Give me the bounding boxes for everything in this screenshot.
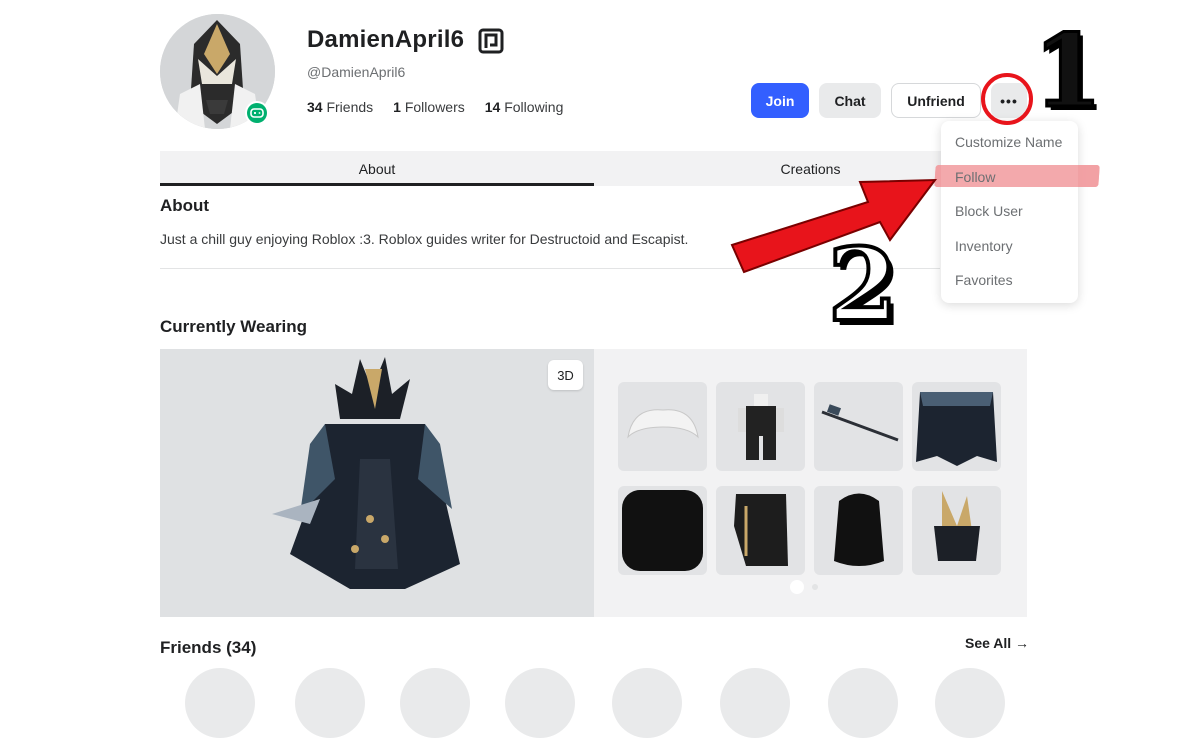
annotation-step-1: 1 [1032,11,1105,132]
profile-stats: 34 Friends 1 Followers 14 Following [307,99,563,115]
followers-stat[interactable]: 1 Followers [393,99,465,115]
wearing-item-mask[interactable] [912,486,1001,575]
wearing-item-body[interactable] [618,486,707,575]
menu-item-block-user[interactable]: Block User [955,203,1023,219]
friend-avatar[interactable] [612,668,682,738]
see-all-friends-link[interactable]: See All → [965,635,1029,651]
friend-avatar[interactable] [720,668,790,738]
wearing-item-hair-white[interactable] [618,382,707,471]
online-status-badge [245,101,269,125]
following-stat[interactable]: 14 Following [485,99,564,115]
annotation-circle [981,73,1033,125]
friends-heading: Friends (34) [160,638,257,657]
gamepad-icon [247,103,267,123]
about-description: Just a chill guy enjoying Roblox :3. Rob… [160,231,689,247]
unfriend-button[interactable]: Unfriend [891,83,981,118]
friend-avatar[interactable] [185,668,255,738]
verified-badge-icon [478,28,504,54]
friend-avatar[interactable] [295,668,365,738]
menu-item-favorites[interactable]: Favorites [955,272,1013,288]
menu-item-inventory[interactable]: Inventory [955,238,1013,254]
chat-button[interactable]: Chat [819,83,881,118]
wearing-items-panel [594,349,1027,617]
avatar-render [272,357,460,589]
tab-about[interactable]: About [160,151,594,186]
avatar-preview[interactable] [160,349,594,617]
menu-item-follow[interactable]: Follow [955,169,995,185]
profile-handle: @DamienApril6 [307,64,406,80]
wearing-item-cape[interactable] [912,382,1001,471]
menu-item-customize-name[interactable]: Customize Name [955,134,1062,150]
wearing-item-hair-black[interactable] [814,486,903,575]
wearing-item-sword[interactable] [814,382,903,471]
view-3d-button[interactable]: 3D [548,360,583,390]
friend-avatar[interactable] [935,668,1005,738]
profile-display-name: DamienApril6 [307,26,465,53]
friend-avatar[interactable] [828,668,898,738]
friend-avatar[interactable] [400,668,470,738]
friends-stat[interactable]: 34 Friends [307,99,373,115]
wearing-item-outfit[interactable] [716,382,805,471]
currently-wearing-heading: Currently Wearing [160,317,308,336]
active-tab-indicator [160,183,594,186]
carousel-dot[interactable] [812,584,818,590]
join-button[interactable]: Join [751,83,809,118]
friend-avatar[interactable] [505,668,575,738]
wearing-item-coat[interactable] [716,486,805,575]
carousel-dot-active[interactable] [790,580,804,594]
annotation-step-2: 2 [826,224,900,346]
about-heading: About [160,196,210,215]
